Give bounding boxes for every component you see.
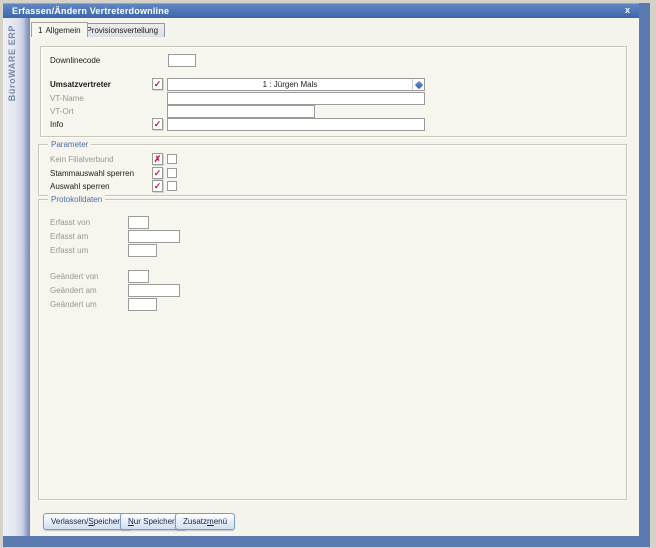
tab-provisionsverteilung-label: Provisionsverteilung xyxy=(86,26,158,35)
erfasst-am-label: Erfasst am xyxy=(50,232,88,241)
tab-content: 1 Allgemein 2 Provisionsverteilung Downl… xyxy=(30,18,639,536)
button-text: Zusatz xyxy=(183,517,207,526)
geaendert-von-label: Geändert von xyxy=(50,272,98,281)
erfasst-um-input[interactable] xyxy=(128,244,157,257)
parameter-legend: Parameter xyxy=(48,140,91,149)
verlassen-speichern-button[interactable]: Verlassen/Speichern xyxy=(43,513,132,530)
umsatzvertreter-value: 1 : Jürgen Mals xyxy=(168,80,412,89)
tab-allgemein-label: Allgemein xyxy=(45,26,80,35)
geaendert-um-input[interactable] xyxy=(128,298,157,311)
umsatzvertreter-dropdown[interactable]: 1 : Jürgen Mals xyxy=(167,78,425,91)
close-icon[interactable]: x xyxy=(623,4,632,17)
umsatzvertreter-label: Umsatzvertreter xyxy=(50,80,111,89)
erfasst-um-label: Erfasst um xyxy=(50,246,88,255)
auswahl-sperren-checkbox[interactable] xyxy=(167,181,177,191)
erfasst-von-input[interactable] xyxy=(128,216,149,229)
kein-filialverbund-flag-icon[interactable]: ✗ xyxy=(152,153,163,165)
brand-text: BüroWARE ERP xyxy=(7,25,17,101)
vt-name-label: VT-Name xyxy=(50,94,84,103)
window-body: BüroWARE ERP 1 Allgemein 2 Provisionsver… xyxy=(3,18,639,536)
tab-allgemein[interactable]: 1 Allgemein xyxy=(31,22,88,37)
geaendert-von-input[interactable] xyxy=(128,270,149,283)
info-input[interactable] xyxy=(167,118,425,131)
geaendert-um-label: Geändert um xyxy=(50,300,97,309)
button-text: Verlassen/ xyxy=(51,517,88,526)
zusatzmenue-button[interactable]: Zusatzmenü xyxy=(175,513,235,530)
brand-strip: BüroWARE ERP xyxy=(3,18,30,536)
window-title: Erfassen/Ändern Vertreterdownline xyxy=(3,6,169,16)
vt-ort-label: VT-Ort xyxy=(50,107,74,116)
umsatzvertreter-edit-flag-icon[interactable]: ✓ xyxy=(152,78,163,90)
downlinecode-label: Downlinecode xyxy=(50,56,100,65)
downlinecode-input[interactable] xyxy=(168,54,196,67)
protokolldaten-groupbox: Protokolldaten xyxy=(38,199,627,500)
tab-allgemein-number: 1 xyxy=(38,26,42,35)
kein-filialverbund-checkbox[interactable] xyxy=(167,154,177,164)
kein-filialverbund-label: Kein Filialverbund xyxy=(50,155,114,164)
dropdown-spinner-icon[interactable] xyxy=(412,79,424,90)
button-text: ur Speichern xyxy=(134,517,179,526)
stammauswahl-sperren-checkbox[interactable] xyxy=(167,168,177,178)
protokolldaten-legend: Protokolldaten xyxy=(48,195,105,204)
button-text: enü xyxy=(214,517,227,526)
vt-name-input[interactable] xyxy=(167,92,425,105)
titlebar: Erfassen/Ändern Vertreterdownline x xyxy=(3,3,639,18)
dialog-window: Erfassen/Ändern Vertreterdownline x Büro… xyxy=(3,3,650,547)
geaendert-am-input[interactable] xyxy=(128,284,180,297)
info-label: Info xyxy=(50,120,63,129)
info-edit-flag-icon[interactable]: ✓ xyxy=(152,118,163,130)
erfasst-am-input[interactable] xyxy=(128,230,180,243)
stammauswahl-sperren-label: Stammauswahl sperren xyxy=(50,169,134,178)
auswahl-sperren-flag-icon[interactable]: ✓ xyxy=(152,180,163,192)
erfasst-von-label: Erfasst von xyxy=(50,218,90,227)
button-accesskey: m xyxy=(207,517,214,526)
stammauswahl-sperren-flag-icon[interactable]: ✓ xyxy=(152,167,163,179)
auswahl-sperren-label: Auswahl sperren xyxy=(50,182,110,191)
vt-ort-input[interactable] xyxy=(167,105,315,118)
geaendert-am-label: Geändert am xyxy=(50,286,97,295)
